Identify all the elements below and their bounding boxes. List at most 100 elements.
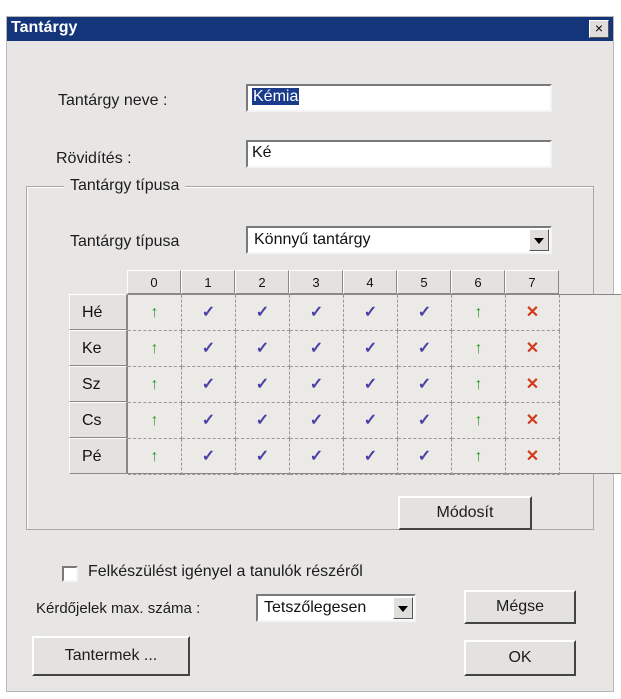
grid-cell[interactable]: ✓ [344, 403, 398, 439]
grid-cell[interactable]: ✓ [290, 439, 344, 475]
grid-cell[interactable]: ↑ [452, 295, 506, 331]
abbreviation-label: Rövidítés : [56, 150, 132, 167]
grid-cell[interactable]: ✓ [182, 331, 236, 367]
column-header[interactable]: 6 [451, 270, 505, 294]
grid-cell[interactable]: ✓ [236, 367, 290, 403]
max-questions-value: Tetszőlegesen [264, 599, 367, 616]
ok-button[interactable]: OK [464, 640, 576, 676]
row-header[interactable]: Ke [69, 330, 127, 366]
grid-cell[interactable]: ↑ [128, 295, 182, 331]
pin-icon: ↑ [474, 304, 483, 321]
pin-icon: ↑ [150, 448, 159, 465]
grid-cell[interactable]: ✓ [344, 367, 398, 403]
column-header[interactable]: 1 [181, 270, 235, 294]
max-questions-select[interactable]: Tetszőlegesen [256, 594, 416, 622]
grid-cell[interactable]: ✓ [398, 439, 452, 475]
check-icon: ✓ [309, 376, 324, 393]
column-header[interactable]: 5 [397, 270, 451, 294]
row-header[interactable]: Hé [69, 294, 127, 330]
grid-cell[interactable]: ✕ [506, 367, 560, 403]
check-icon: ✓ [201, 340, 216, 357]
grid-cell[interactable]: ✓ [236, 295, 290, 331]
grid-cell[interactable]: ✓ [398, 403, 452, 439]
grid-cell[interactable]: ✓ [236, 403, 290, 439]
cross-icon: ✕ [525, 376, 540, 393]
chevron-down-icon[interactable] [393, 597, 413, 619]
grid-cell[interactable]: ✓ [236, 439, 290, 475]
preparation-checkbox-label: Felkészülést igényel a tanulók részéről [88, 563, 363, 580]
column-header[interactable]: 4 [343, 270, 397, 294]
subject-name-label: Tantárgy neve : [58, 92, 168, 109]
row-header[interactable]: Cs [69, 402, 127, 438]
cross-icon: ✕ [525, 448, 540, 465]
check-icon: ✓ [417, 340, 432, 357]
grid-cell[interactable]: ✓ [290, 331, 344, 367]
pin-icon: ↑ [150, 340, 159, 357]
check-icon: ✓ [363, 304, 378, 321]
grid-cell[interactable]: ✓ [182, 295, 236, 331]
grid-cell[interactable]: ✓ [290, 295, 344, 331]
preparation-checkbox[interactable] [62, 566, 78, 582]
subject-type-value: Könnyű tantárgy [254, 231, 371, 248]
grid-cell[interactable]: ✓ [182, 367, 236, 403]
grid-cell[interactable]: ✓ [398, 331, 452, 367]
grid-cell[interactable]: ✓ [344, 295, 398, 331]
row-header[interactable]: Sz [69, 366, 127, 402]
subject-type-select[interactable]: Könnyű tantárgy [246, 226, 552, 254]
check-icon: ✓ [255, 412, 270, 429]
pin-icon: ↑ [474, 340, 483, 357]
grid-cell[interactable]: ↑ [452, 367, 506, 403]
check-icon: ✓ [255, 448, 270, 465]
max-questions-label: Kérdőjelek max. száma : [36, 600, 201, 617]
grid-cell[interactable]: ✕ [506, 331, 560, 367]
grid-cell[interactable]: ✕ [506, 403, 560, 439]
check-icon: ✓ [201, 304, 216, 321]
pin-icon: ↑ [150, 304, 159, 321]
column-header[interactable]: 2 [235, 270, 289, 294]
subject-name-input[interactable]: Kémia [246, 84, 552, 112]
grid-cell[interactable]: ✓ [182, 439, 236, 475]
grid-cell[interactable]: ✓ [398, 367, 452, 403]
grid-cell[interactable]: ✕ [506, 439, 560, 475]
grid-cell[interactable]: ↑ [452, 331, 506, 367]
grid-cell[interactable]: ✓ [182, 403, 236, 439]
cross-icon: ✕ [525, 340, 540, 357]
pin-icon: ↑ [150, 412, 159, 429]
title-bar[interactable]: Tantárgy × [7, 17, 613, 41]
grid-cell[interactable]: ↑ [128, 367, 182, 403]
close-button[interactable]: × [589, 20, 609, 38]
column-header[interactable]: 3 [289, 270, 343, 294]
row-header[interactable]: Pé [69, 438, 127, 474]
cancel-button[interactable]: Mégse [464, 590, 576, 624]
close-icon: × [594, 20, 604, 36]
pin-icon: ↑ [474, 412, 483, 429]
grid-cell[interactable]: ↑ [452, 403, 506, 439]
check-icon: ✓ [363, 376, 378, 393]
grid-cell[interactable]: ✕ [506, 295, 560, 331]
chevron-down-icon[interactable] [529, 229, 549, 251]
grid-cell[interactable]: ↑ [128, 331, 182, 367]
pin-icon: ↑ [474, 448, 483, 465]
check-icon: ✓ [255, 376, 270, 393]
pin-icon: ↑ [150, 376, 159, 393]
column-header[interactable]: 0 [127, 270, 181, 294]
grid-cell[interactable]: ✓ [236, 331, 290, 367]
abbreviation-input[interactable]: Ké [246, 140, 552, 168]
grid-cell[interactable]: ✓ [344, 331, 398, 367]
cross-icon: ✕ [525, 304, 540, 321]
grid-cells: ↑ ✓ ✓ ✓ ✓ ✓ ↑ ✕ ↑ ✓ ✓ ✓ ✓ ✓ ↑ ✕ ↑ ✓ ✓ ✓ ✓ ✓ ↑ ✕ ↑ ✓ ✓ ✓ ✓ ✓ ↑ ✕ ↑ ✓ ✓ ✓ ✓ ✓ ↑ ✕ [127, 294, 621, 475]
column-header[interactable]: 7 [505, 270, 559, 294]
check-icon: ✓ [417, 304, 432, 321]
grid-cell[interactable]: ↑ [128, 439, 182, 475]
grid-cell[interactable]: ✓ [398, 295, 452, 331]
grid-cell[interactable]: ✓ [344, 439, 398, 475]
rooms-button[interactable]: Tantermek ... [32, 636, 190, 676]
check-icon: ✓ [363, 448, 378, 465]
check-icon: ✓ [309, 340, 324, 357]
grid-cell[interactable]: ✓ [290, 367, 344, 403]
grid-cell[interactable]: ✓ [290, 403, 344, 439]
grid-cell[interactable]: ↑ [452, 439, 506, 475]
grid-cell[interactable]: ↑ [128, 403, 182, 439]
check-icon: ✓ [255, 304, 270, 321]
modify-button[interactable]: Módosít [398, 496, 532, 530]
